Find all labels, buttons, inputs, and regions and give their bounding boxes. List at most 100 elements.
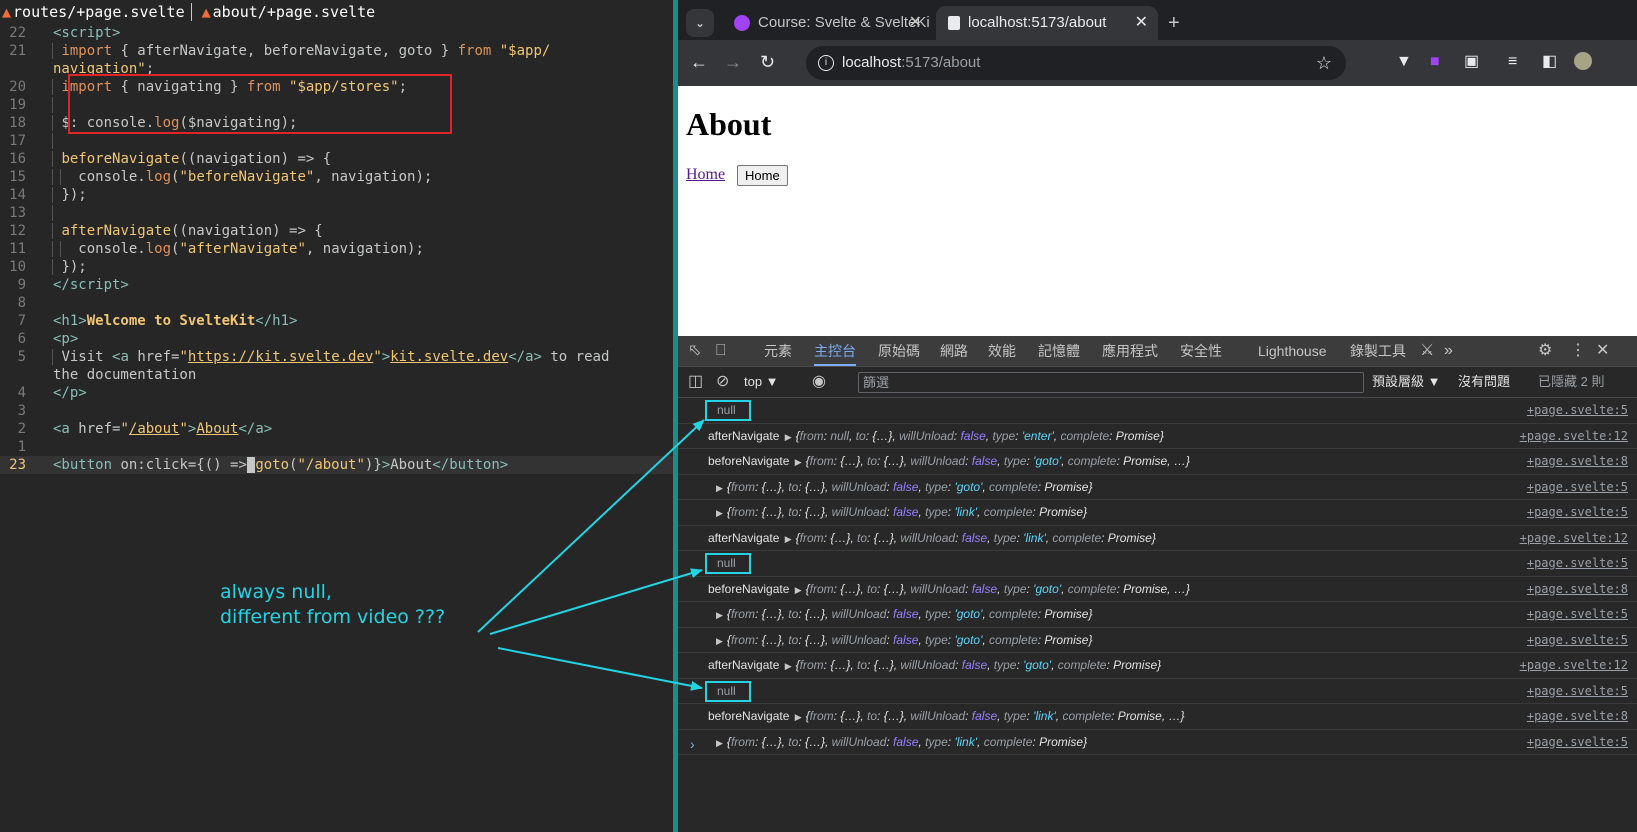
source-link[interactable]: +page.svelte:5 [1527, 679, 1628, 703]
source-link[interactable]: +page.svelte:5 [1527, 551, 1628, 575]
tab-sources[interactable]: 原始碼 [878, 336, 920, 366]
url-input[interactable]: i localhost:5173/about ☆ [806, 46, 1346, 80]
source-link[interactable]: +page.svelte:12 [1520, 653, 1628, 677]
navigation-object[interactable]: {from: null, to: {…}, willUnload: false,… [796, 429, 1164, 443]
close-icon[interactable]: ✕ [1596, 342, 1609, 360]
source-link[interactable]: +page.svelte:5 [1527, 500, 1628, 524]
source-link[interactable]: +page.svelte:12 [1520, 424, 1628, 448]
hidden-count: 已隱藏 2 則 [1538, 374, 1605, 389]
navigation-object[interactable]: {from: {…}, to: {…}, willUnload: false, … [727, 735, 1087, 749]
console-message: beforeNavigate ▶ {from: {…}, to: {…}, wil… [708, 449, 1190, 474]
editor-tab-about[interactable]: ▲ about/+page.svelte [202, 3, 376, 21]
source-link[interactable]: +page.svelte:8 [1527, 577, 1628, 601]
eye-icon[interactable]: ◉ [812, 373, 826, 391]
object-token: : Promise [1037, 632, 1089, 647]
kebab-menu-icon[interactable]: ⋮ [1570, 342, 1586, 360]
context-select[interactable]: top ▼ [744, 367, 779, 397]
clear-console-icon[interactable]: ⊘ [716, 373, 729, 391]
close-icon[interactable]: ✕ [1135, 6, 1148, 40]
editor-tabs: ▲ routes/+page.svelte ▲ about/+page.svelte [0, 0, 673, 24]
more-tabs-icon[interactable]: » [1444, 342, 1453, 360]
expand-triangle-icon[interactable]: ▶ [716, 738, 723, 748]
object-token: to [788, 479, 799, 494]
source-link[interactable]: +page.svelte:5 [1527, 628, 1628, 652]
editor-tab-routes[interactable]: ▲ routes/+page.svelte [2, 3, 192, 21]
navigation-object[interactable]: {from: {…}, to: {…}, willUnload: false, … [727, 607, 1093, 621]
object-token: type [925, 505, 948, 519]
object-token: : Promise [1116, 581, 1168, 596]
close-icon[interactable]: ✕ [909, 6, 922, 40]
source-link[interactable]: +page.svelte:5 [1527, 730, 1628, 754]
tab-search-button[interactable]: ⌄ [686, 6, 714, 40]
navigation-object[interactable]: {from: {…}, to: {…}, willUnload: false, … [806, 454, 1190, 468]
expand-triangle-icon[interactable]: ▶ [785, 534, 792, 544]
reload-button[interactable]: ↻ [760, 52, 775, 72]
navigation-object[interactable]: {from: {…}, to: {…}, willUnload: false, … [796, 658, 1162, 672]
expand-triangle-icon[interactable]: ▶ [795, 712, 802, 722]
tab-performance[interactable]: 效能 [988, 336, 1016, 366]
source-link[interactable]: +page.svelte:12 [1520, 526, 1628, 550]
home-button[interactable]: Home [737, 165, 788, 186]
expand-triangle-icon[interactable]: ▶ [716, 610, 723, 620]
browser-tab-about[interactable]: localhost:5173/about ✕ [936, 6, 1158, 40]
source-link[interactable]: +page.svelte:5 [1527, 475, 1628, 499]
tab-memory[interactable]: 記憶體 [1038, 336, 1080, 366]
source-link[interactable]: +page.svelte:8 [1527, 704, 1628, 728]
filter-input[interactable]: 篩選 [858, 372, 1364, 393]
object-token: , [825, 632, 832, 647]
issues-counter[interactable]: 沒有問題 [1458, 367, 1510, 397]
source-link[interactable]: +page.svelte:5 [1527, 602, 1628, 626]
inspect-element-icon[interactable]: ⬁ [688, 342, 701, 360]
log-label: afterNavigate [708, 530, 783, 545]
profile-avatar[interactable] [1574, 52, 1592, 76]
forward-button[interactable]: → [724, 52, 742, 72]
navigation-object[interactable]: {from: {…}, to: {…}, willUnload: false, … [806, 709, 1185, 723]
media-control-icon[interactable]: ≡ [1508, 52, 1517, 72]
log-levels-select[interactable]: 預設層級 ▼ [1372, 367, 1440, 397]
expand-triangle-icon[interactable]: ▶ [795, 457, 802, 467]
puzzle-icon[interactable]: ▣ [1464, 52, 1479, 72]
gear-icon[interactable]: ⚙ [1538, 342, 1552, 360]
back-button[interactable]: ← [690, 52, 708, 72]
navigation-object[interactable]: {from: {…}, to: {…}, willUnload: false, … [796, 531, 1156, 545]
code-editor[interactable]: ▲ routes/+page.svelte ▲ about/+page.svelte … [0, 0, 673, 832]
source-link[interactable]: +page.svelte:8 [1527, 449, 1628, 473]
tab-lighthouse[interactable]: Lighthouse [1258, 336, 1327, 366]
arrow-left-icon: ← [690, 52, 708, 72]
extension-icon[interactable]: ■ [1430, 52, 1440, 72]
object-token: , [825, 607, 832, 621]
sidebar-toggle-icon[interactable]: ◫ [688, 373, 703, 391]
expand-triangle-icon[interactable]: ▶ [716, 483, 723, 493]
device-toolbar-icon[interactable]: ⎕ [716, 342, 726, 360]
browser-tab-course[interactable]: Course: Svelte & SvelteKi ✕ [722, 6, 932, 40]
console-prompt-icon[interactable]: › [690, 736, 695, 752]
object-token: , [825, 479, 832, 494]
bookmark-star-icon[interactable]: ☆ [1316, 46, 1332, 80]
home-link[interactable]: Home [686, 166, 725, 184]
source-link[interactable]: +page.svelte:5 [1527, 398, 1628, 422]
tab-network[interactable]: 網路 [940, 336, 968, 366]
navigation-object[interactable]: {from: {…}, to: {…}, willUnload: false, … [727, 633, 1093, 647]
navigation-object[interactable]: {from: {…}, to: {…}, willUnload: false, … [727, 505, 1087, 519]
tab-application[interactable]: 應用程式 [1102, 336, 1158, 366]
object-token: willUnload [900, 530, 956, 545]
tab-elements[interactable]: 元素 [764, 336, 792, 366]
expand-triangle-icon[interactable]: ▶ [785, 661, 792, 671]
tab-console[interactable]: 主控台 [814, 336, 856, 366]
expand-triangle-icon[interactable]: ▶ [716, 508, 723, 518]
expand-triangle-icon[interactable]: ▶ [716, 636, 723, 646]
side-panel-icon[interactable]: ◧ [1542, 52, 1557, 72]
tab-security[interactable]: 安全性 [1180, 336, 1222, 366]
info-icon[interactable]: i [818, 55, 834, 71]
navigation-object[interactable]: {from: {…}, to: {…}, willUnload: false, … [806, 582, 1190, 596]
object-token: willUnload [831, 479, 887, 494]
expand-triangle-icon[interactable]: ▶ [795, 585, 802, 595]
object-token: willUnload [910, 709, 966, 723]
page-heading: About [686, 106, 772, 142]
tab-recorder[interactable]: 錄製工具 [1350, 336, 1406, 366]
code-line: 14 }); [9, 187, 87, 203]
vue-devtools-icon[interactable]: ▼ [1396, 52, 1412, 72]
new-tab-button[interactable]: + [1168, 6, 1180, 40]
expand-triangle-icon[interactable]: ▶ [785, 432, 792, 442]
navigation-object[interactable]: {from: {…}, to: {…}, willUnload: false, … [727, 480, 1093, 494]
